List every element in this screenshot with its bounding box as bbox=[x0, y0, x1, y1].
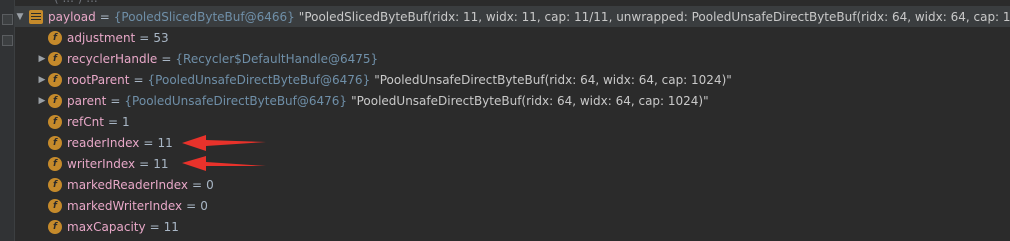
variable-row-maxCapacity[interactable]: f maxCapacity = 11 bbox=[14, 216, 1010, 237]
variable-name: rootParent bbox=[67, 72, 130, 87]
variable-name: markedWriterIndex bbox=[67, 198, 183, 213]
variable-row-refCnt[interactable]: f refCnt = 1 bbox=[14, 111, 1010, 132]
expand-arrow-down-icon[interactable]: ▼ bbox=[14, 11, 26, 23]
field-icon: f bbox=[48, 114, 62, 129]
object-field-icon bbox=[29, 9, 43, 24]
variable-name: adjustment bbox=[67, 30, 136, 45]
expand-arrow-right-icon[interactable]: ▶ bbox=[36, 53, 48, 65]
variable-name: parent bbox=[67, 93, 107, 108]
variable-row-parent[interactable]: ▶ f parent = {PooledUnsafeDirectByteBuf@… bbox=[14, 90, 1010, 111]
variable-row-writerIndex[interactable]: f writerIndex = 11 bbox=[14, 153, 1010, 174]
variable-value: 11 bbox=[153, 156, 169, 171]
expand-arrow-right-icon[interactable]: ▶ bbox=[36, 95, 48, 107]
field-icon: f bbox=[48, 93, 62, 108]
object-reference: {PooledUnsafeDirectByteBuf@6476} bbox=[147, 72, 371, 87]
field-icon: f bbox=[48, 177, 62, 192]
variable-name: maxCapacity bbox=[67, 219, 146, 234]
field-icon: f bbox=[48, 30, 62, 45]
gutter-marker bbox=[2, 14, 13, 25]
field-icon: f bbox=[48, 51, 62, 66]
equals-sign: = bbox=[139, 156, 150, 171]
field-icon: f bbox=[48, 156, 62, 171]
gutter-marker bbox=[2, 35, 13, 46]
equals-sign: = bbox=[186, 198, 197, 213]
equals-sign: = bbox=[143, 135, 154, 150]
variable-row-readerIndex[interactable]: f readerIndex = 11 bbox=[14, 132, 1010, 153]
variable-value: 53 bbox=[153, 30, 169, 45]
expand-arrow-right-icon[interactable]: ▶ bbox=[36, 74, 48, 86]
variable-name: payload bbox=[48, 9, 96, 24]
variable-value: 1 bbox=[122, 114, 130, 129]
equals-sign: = bbox=[139, 30, 150, 45]
variable-value: "PooledUnsafeDirectByteBuf(ridx: 64, wid… bbox=[351, 93, 709, 108]
field-icon: f bbox=[48, 198, 62, 213]
variable-name: recyclerHandle bbox=[67, 51, 158, 66]
field-icon: f bbox=[48, 72, 62, 87]
equals-sign: = bbox=[110, 93, 121, 108]
variable-value: "PooledUnsafeDirectByteBuf(ridx: 64, wid… bbox=[374, 72, 732, 87]
variable-row-markedReaderIndex[interactable]: f markedReaderIndex = 0 bbox=[14, 174, 1010, 195]
variable-row-adjustment[interactable]: f adjustment = 53 bbox=[14, 27, 1010, 48]
field-icon: f bbox=[48, 219, 62, 234]
equals-sign: = bbox=[192, 177, 203, 192]
variable-row-payload[interactable]: ▼ payload = {PooledSlicedByteBuf@6466} "… bbox=[14, 6, 1010, 27]
variable-name: readerIndex bbox=[67, 135, 140, 150]
variable-row-rootParent[interactable]: ▶ f rootParent = {PooledUnsafeDirectByte… bbox=[14, 69, 1010, 90]
object-reference: {Recycler$DefaultHandle@6475} bbox=[175, 51, 379, 66]
variable-name: markedReaderIndex bbox=[67, 177, 189, 192]
variable-value: 11 bbox=[157, 135, 173, 150]
variable-value: 0 bbox=[206, 177, 214, 192]
variable-value: 0 bbox=[200, 198, 208, 213]
variable-row-recyclerHandle[interactable]: ▶ f recyclerHandle = {Recycler$DefaultHa… bbox=[14, 48, 1010, 69]
equals-sign: = bbox=[161, 51, 172, 66]
variable-value: 11 bbox=[163, 219, 179, 234]
variable-name: writerIndex bbox=[67, 156, 136, 171]
variable-value: "PooledSlicedByteBuf(ridx: 11, widx: 11,… bbox=[298, 9, 1010, 24]
equals-sign: = bbox=[133, 72, 144, 87]
variable-row-markedWriterIndex[interactable]: f markedWriterIndex = 0 bbox=[14, 195, 1010, 216]
object-reference: {PooledUnsafeDirectByteBuf@6476} bbox=[124, 93, 348, 108]
variable-name: refCnt bbox=[67, 114, 104, 129]
equals-sign: = bbox=[149, 219, 160, 234]
equals-sign: = bbox=[107, 114, 119, 129]
equals-sign: = bbox=[99, 9, 110, 24]
field-icon: f bbox=[48, 135, 62, 150]
object-reference: {PooledSlicedByteBuf@6466} bbox=[113, 9, 295, 24]
debugger-gutter bbox=[0, 0, 15, 241]
